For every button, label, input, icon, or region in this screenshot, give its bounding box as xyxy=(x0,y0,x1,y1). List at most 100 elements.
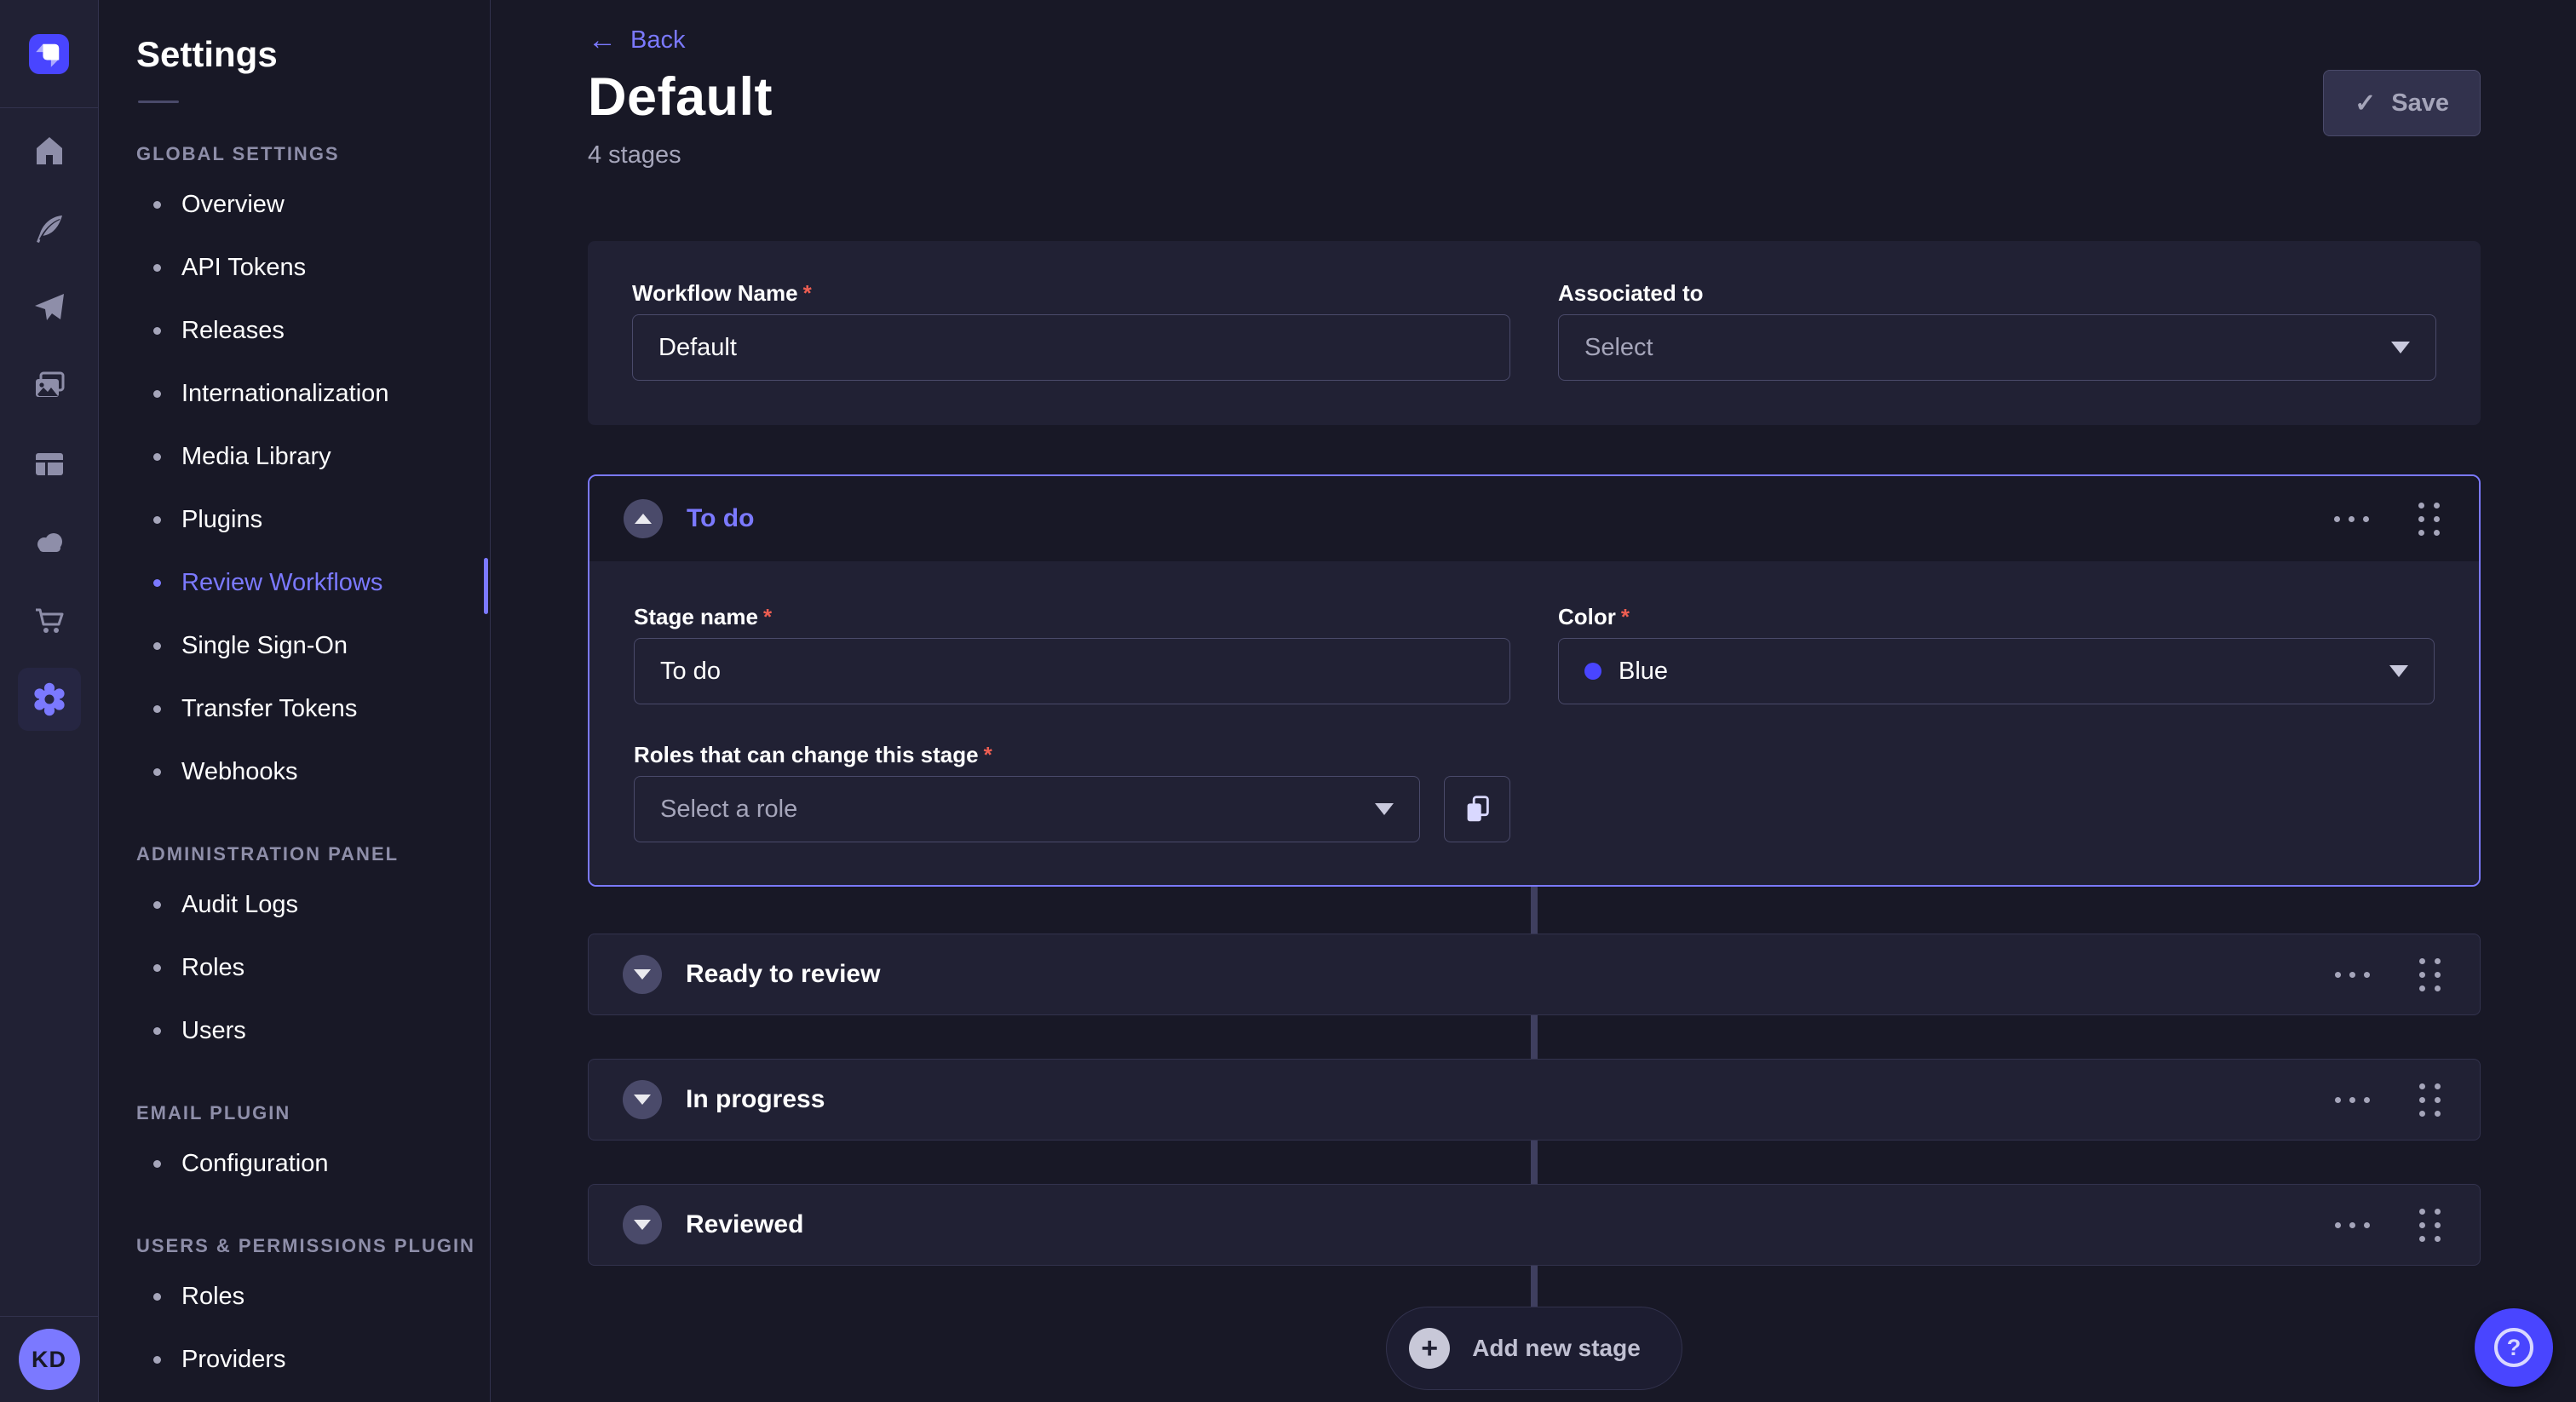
settings-gear-icon[interactable] xyxy=(18,668,81,731)
sidebar-item-users[interactable]: Users xyxy=(99,999,490,1062)
required-marker: * xyxy=(803,280,812,306)
chevron-down-icon xyxy=(1375,803,1394,815)
sidebar-item-overview[interactable]: Overview xyxy=(99,173,490,236)
sidebar-scrollbar-thumb[interactable] xyxy=(484,558,488,614)
section-label: ADMINISTRATION PANEL xyxy=(136,844,490,865)
stage-color-select[interactable]: Blue xyxy=(1558,638,2435,704)
drag-handle-icon[interactable] xyxy=(2418,503,2440,536)
workflow-name-field: Workflow Name* Default xyxy=(632,280,1510,381)
stage-card-reviewed[interactable]: Reviewed xyxy=(588,1184,2481,1266)
settings-sidebar: Settings GLOBAL SETTINGS Overview API To… xyxy=(99,0,491,1402)
more-options-button[interactable] xyxy=(2335,1222,2370,1228)
sidebar-item-webhooks[interactable]: Webhooks xyxy=(99,740,490,803)
bullet-icon xyxy=(153,579,161,587)
expand-stage-button[interactable] xyxy=(623,1205,662,1244)
bullet-icon xyxy=(153,901,161,909)
add-stage-row: + Add new stage xyxy=(588,1307,2481,1390)
save-button[interactable]: ✓ Save xyxy=(2323,70,2481,136)
expand-stage-button[interactable] xyxy=(623,1080,662,1119)
duplicate-stage-button[interactable] xyxy=(1444,776,1510,842)
drag-handle-icon[interactable] xyxy=(2419,1083,2441,1117)
drag-handle-icon[interactable] xyxy=(2419,1209,2441,1242)
expand-stage-button[interactable] xyxy=(623,955,662,994)
stage-roles-select[interactable]: Select a role xyxy=(634,776,1420,842)
stage-name-input[interactable]: To do xyxy=(634,638,1510,704)
section-label: GLOBAL SETTINGS xyxy=(136,144,490,164)
workflow-name-label: Workflow Name* xyxy=(632,280,1510,306)
stage-name-value: To do xyxy=(660,658,721,686)
drag-handle-icon[interactable] xyxy=(2419,958,2441,991)
help-button[interactable]: ? xyxy=(2475,1308,2553,1387)
workflow-meta-panel: Workflow Name* Default Associated to Sel… xyxy=(588,241,2481,425)
more-options-button[interactable] xyxy=(2335,1097,2370,1103)
sidebar-item-admin-roles[interactable]: Roles xyxy=(99,936,490,999)
user-avatar[interactable]: KD xyxy=(19,1329,80,1390)
sidebar-item-single-sign-on[interactable]: Single Sign-On xyxy=(99,614,490,677)
stage-card-in-progress[interactable]: In progress xyxy=(588,1059,2481,1141)
add-new-stage-button[interactable]: + Add new stage xyxy=(1386,1307,1682,1390)
stage-title: Reviewed xyxy=(686,1210,803,1239)
sidebar-title: Settings xyxy=(99,0,490,75)
send-plane-icon[interactable] xyxy=(32,290,67,325)
stage-card-ready-to-review[interactable]: Ready to review xyxy=(588,934,2481,1015)
sidebar-divider xyxy=(138,101,179,103)
sidebar-item-media-library[interactable]: Media Library xyxy=(99,425,490,488)
bullet-icon xyxy=(153,327,161,335)
stage-card-to-do: To do Stage name* To do Color* xyxy=(588,474,2481,887)
collapse-stage-button[interactable] xyxy=(624,499,663,538)
add-stage-label: Add new stage xyxy=(1472,1335,1641,1362)
stage-name-label: Stage name* xyxy=(634,604,1510,629)
sidebar-item-providers[interactable]: Providers xyxy=(99,1328,490,1391)
back-arrow-icon: ← xyxy=(588,26,617,55)
section-label: EMAIL PLUGIN xyxy=(136,1103,490,1123)
marketplace-cart-icon[interactable] xyxy=(32,603,67,639)
color-swatch-blue xyxy=(1584,663,1601,680)
stage-body: Stage name* To do Color* Blue xyxy=(589,561,2479,885)
plus-icon: + xyxy=(1409,1328,1450,1369)
stage-title: To do xyxy=(687,504,754,533)
sidebar-item-up-roles[interactable]: Roles xyxy=(99,1265,490,1328)
workflow-name-input[interactable]: Default xyxy=(632,314,1510,381)
bullet-icon xyxy=(153,453,161,461)
stage-header[interactable]: To do xyxy=(589,476,2479,561)
section-global-settings: GLOBAL SETTINGS Overview API Tokens Rele… xyxy=(99,144,490,803)
associated-to-select[interactable]: Select xyxy=(1558,314,2436,381)
stage-title: Ready to review xyxy=(686,960,880,989)
more-options-button[interactable] xyxy=(2334,516,2369,522)
bullet-icon xyxy=(153,1160,161,1168)
content-manager-feather-icon[interactable] xyxy=(32,211,67,247)
chevron-down-icon xyxy=(634,969,651,980)
stage-roles-row: Roles that can change this stage* Select… xyxy=(634,742,1510,842)
section-administration-panel: ADMINISTRATION PANEL Audit Logs Roles Us… xyxy=(99,844,490,1062)
bullet-icon xyxy=(153,201,161,209)
required-marker: * xyxy=(763,604,772,629)
section-label: USERS & PERMISSIONS PLUGIN xyxy=(136,1236,490,1256)
sidebar-item-releases[interactable]: Releases xyxy=(99,299,490,362)
stage-color-field: Color* Blue xyxy=(1558,604,2435,704)
main-nav-rail: KD xyxy=(0,0,99,1402)
more-options-button[interactable] xyxy=(2335,972,2370,978)
media-library-icon[interactable] xyxy=(32,368,67,404)
strapi-logo-icon[interactable] xyxy=(29,34,69,74)
sidebar-item-audit-logs[interactable]: Audit Logs xyxy=(99,873,490,936)
home-icon[interactable] xyxy=(32,133,67,169)
sidebar-item-review-workflows[interactable]: Review Workflows xyxy=(99,551,490,614)
sidebar-item-internationalization[interactable]: Internationalization xyxy=(99,362,490,425)
bullet-icon xyxy=(153,705,161,713)
content-type-builder-icon[interactable] xyxy=(32,446,67,482)
stage-roles-placeholder: Select a role xyxy=(660,796,797,824)
required-marker: * xyxy=(984,742,992,767)
sidebar-item-api-tokens[interactable]: API Tokens xyxy=(99,236,490,299)
page-subtitle: 4 stages xyxy=(588,141,2481,170)
cloud-icon[interactable] xyxy=(32,525,67,560)
copy-icon xyxy=(1461,793,1493,825)
sidebar-item-email-configuration[interactable]: Configuration xyxy=(99,1132,490,1195)
back-label: Back xyxy=(630,26,685,55)
section-email-plugin: EMAIL PLUGIN Configuration xyxy=(99,1103,490,1195)
workflow-name-value: Default xyxy=(658,334,737,362)
stage-roles-field: Roles that can change this stage* Select… xyxy=(634,742,1420,842)
sidebar-item-transfer-tokens[interactable]: Transfer Tokens xyxy=(99,677,490,740)
bullet-icon xyxy=(153,642,161,650)
sidebar-item-plugins[interactable]: Plugins xyxy=(99,488,490,551)
back-link[interactable]: ← Back xyxy=(588,26,685,55)
